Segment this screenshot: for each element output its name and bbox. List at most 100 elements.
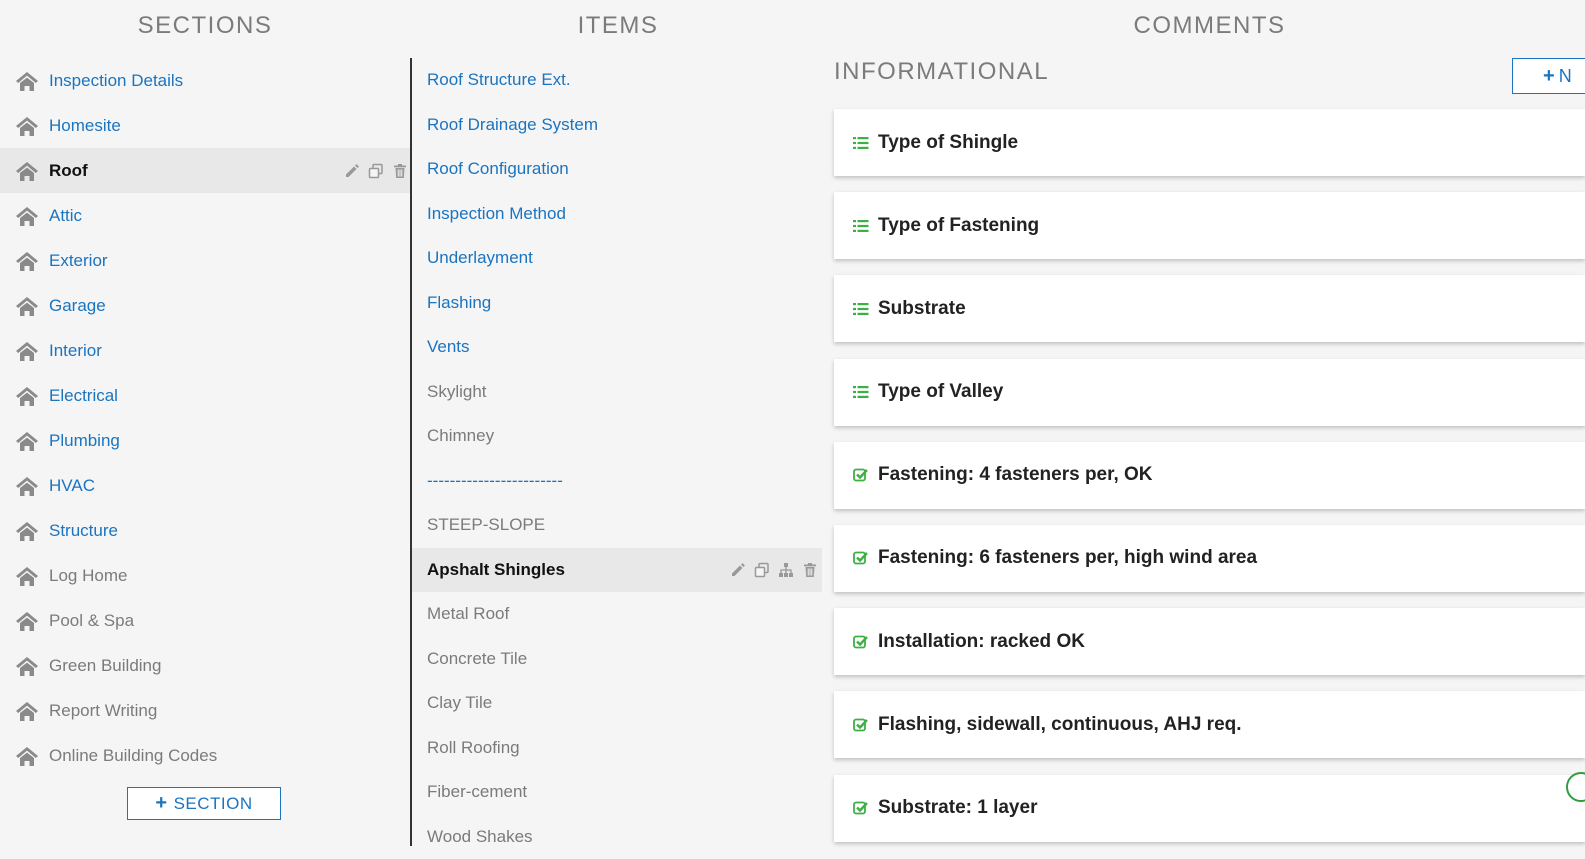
section-item[interactable]: Online Building Codes [0,733,410,778]
delete-icon[interactable] [392,163,408,179]
comment-card[interactable]: Type of Shingle [834,109,1585,176]
section-item[interactable]: Log Home [0,553,410,598]
item-entry[interactable]: ------------------------ [412,459,822,504]
item-label: Inspection Method [427,204,566,224]
item-entry[interactable]: Roof Drainage System [412,103,822,148]
sections-list: Inspection Details Homesite Roof Attic Exter… [0,58,410,778]
item-label: Roll Roofing [427,738,520,758]
new-comment-label: N [1559,66,1572,87]
copy-icon[interactable] [368,163,384,179]
section-item[interactable]: Interior [0,328,410,373]
comment-card[interactable]: Type of Valley [834,359,1585,426]
section-item[interactable]: HVAC [0,463,410,508]
item-entry[interactable]: Roll Roofing [412,726,822,771]
item-label: Wood Shakes [427,827,533,847]
add-section-button[interactable]: + SECTION [127,787,281,820]
comment-card[interactable]: Fastening: 6 fasteners per, high wind ar… [834,525,1585,592]
house-icon [15,205,39,227]
section-item[interactable]: Electrical [0,373,410,418]
item-entry[interactable]: Roof Structure Ext. [412,58,822,103]
house-icon [15,160,39,182]
comment-card[interactable]: Fastening: 4 fasteners per, OK [834,442,1585,509]
sections-header: SECTIONS [0,10,410,42]
section-item[interactable]: Inspection Details [0,58,410,103]
item-label: Skylight [427,382,487,402]
new-comment-button[interactable]: + N [1512,58,1585,94]
comment-card[interactable]: Substrate: 1 layer [834,775,1585,842]
checkbox-icon [852,467,870,483]
item-entry[interactable]: Clay Tile [412,681,822,726]
section-item[interactable]: Garage [0,283,410,328]
item-entry[interactable]: Concrete Tile [412,637,822,682]
section-label: Roof [49,161,88,181]
house-icon [15,115,39,137]
item-entry[interactable]: Roof Configuration [412,147,822,192]
checkbox-icon [852,550,870,566]
section-item[interactable]: Pool & Spa [0,598,410,643]
item-entry[interactable]: Skylight [412,370,822,415]
item-entry[interactable]: Wood Shakes [412,815,822,859]
section-item[interactable]: Exterior [0,238,410,283]
item-entry[interactable]: Fiber-cement [412,770,822,815]
plus-icon: + [1543,65,1555,88]
house-icon [15,250,39,272]
section-label: Plumbing [49,431,120,451]
section-label: Online Building Codes [49,746,217,766]
house-icon [15,475,39,497]
list-icon [852,218,870,234]
house-icon [15,610,39,632]
house-icon [15,70,39,92]
comment-card[interactable]: Installation: racked OK [834,608,1585,675]
items-header: ITEMS [412,10,824,42]
item-entry[interactable]: Underlayment [412,236,822,281]
comment-card[interactable]: Type of Fastening [834,192,1585,259]
plus-icon: + [155,792,167,815]
section-item[interactable]: Green Building [0,643,410,688]
section-label: Garage [49,296,106,316]
section-item[interactable]: Attic [0,193,410,238]
comment-title: Fastening: 6 fasteners per, high wind ar… [878,547,1257,569]
section-label: Interior [49,341,102,361]
comment-title: Type of Shingle [878,132,1018,154]
item-entry[interactable]: Vents [412,325,822,370]
comment-card[interactable]: Flashing, sidewall, continuous, AHJ req. [834,691,1585,758]
section-item[interactable]: Structure [0,508,410,553]
house-icon [15,655,39,677]
section-label: Attic [49,206,82,226]
section-item[interactable]: Homesite [0,103,410,148]
item-label: Vents [427,337,470,357]
item-label: Flashing [427,293,491,313]
item-entry[interactable]: Metal Roof [412,592,822,637]
section-actions [344,148,408,193]
section-label: Structure [49,521,118,541]
item-label: Apshalt Shingles [427,560,565,580]
section-label: Inspection Details [49,71,183,91]
comment-title: Type of Valley [878,381,1003,403]
section-label: Green Building [49,656,161,676]
item-entry[interactable]: Inspection Method [412,192,822,237]
section-item[interactable]: Plumbing [0,418,410,463]
house-icon [15,520,39,542]
comments-list: Type of Shingle Type of Fastening Substrat… [834,109,1585,858]
item-entry[interactable]: Flashing [412,281,822,326]
item-label: Roof Structure Ext. [427,70,571,90]
list-icon [852,384,870,400]
comment-card[interactable]: Substrate [834,275,1585,342]
copy-icon[interactable] [754,562,770,578]
item-entry[interactable]: Apshalt Shingles [412,548,822,593]
item-label: STEEP-SLOPE [427,515,545,535]
item-label: Fiber-cement [427,782,527,802]
edit-icon[interactable] [344,163,360,179]
edit-icon[interactable] [730,562,746,578]
section-item[interactable]: Roof [0,148,410,193]
house-icon [15,700,39,722]
section-label: Pool & Spa [49,611,134,631]
checkbox-icon [852,717,870,733]
section-label: Log Home [49,566,127,586]
sitemap-icon[interactable] [778,562,794,578]
section-item[interactable]: Report Writing [0,688,410,733]
house-icon [15,745,39,767]
item-entry[interactable]: STEEP-SLOPE [412,503,822,548]
item-entry[interactable]: Chimney [412,414,822,459]
delete-icon[interactable] [802,562,818,578]
